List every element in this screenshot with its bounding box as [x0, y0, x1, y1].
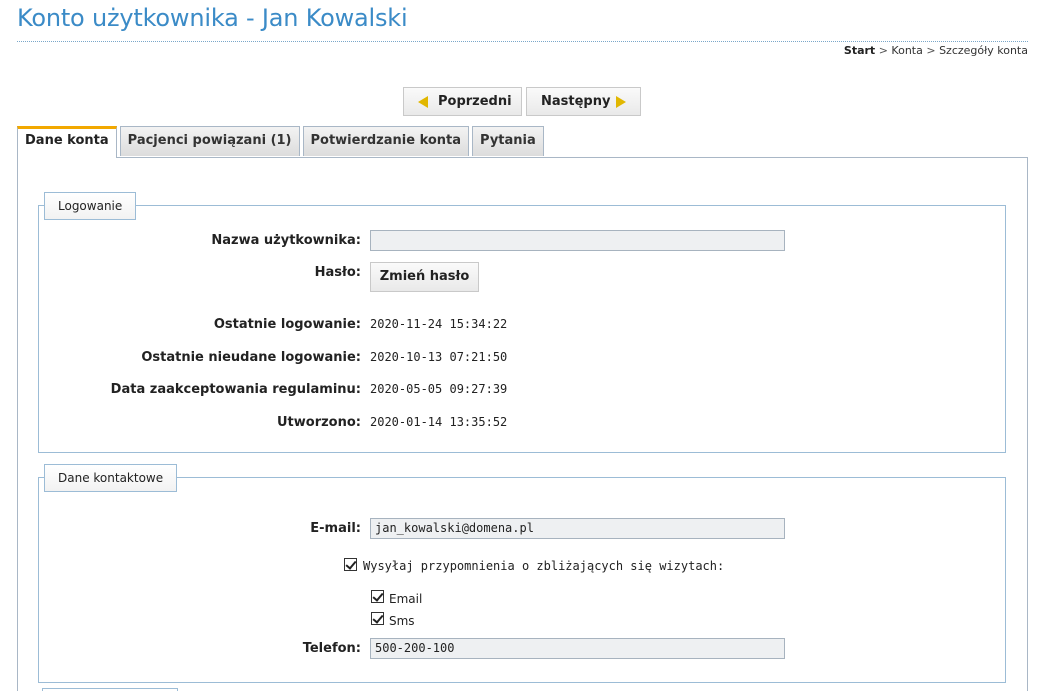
tab-account-data[interactable]: Dane konta [17, 126, 117, 158]
page-title: Konto użytkownika - Jan Kowalski [17, 4, 408, 32]
last-login-value: 2020-11-24 15:34:22 [370, 317, 508, 331]
change-password-button[interactable]: Zmień hasło [370, 262, 479, 292]
username-label: Nazwa użytkownika: [211, 233, 361, 248]
password-row: Hasło: Zmień hasło [39, 262, 1007, 292]
title-divider [17, 41, 1028, 42]
email-field[interactable]: jan_kowalski@domena.pl [370, 518, 785, 539]
last-failed-login-row: Ostatnie nieudane logowanie: 2020-10-13 … [39, 347, 1007, 369]
login-legend: Logowanie [44, 192, 137, 220]
contact-fieldset: Dane kontaktowe E-mail: jan_kowalski@dom… [38, 464, 1007, 683]
email-label: E-mail: [310, 521, 361, 536]
phone-label: Telefon: [302, 641, 361, 656]
reminder-sms-label: Sms [389, 614, 415, 628]
tab-linked-patients[interactable]: Pacjenci powiązani (1) [119, 126, 300, 156]
breadcrumb-separator: > [926, 44, 936, 57]
breadcrumb-start[interactable]: Start [844, 44, 875, 57]
previous-button[interactable]: Poprzedni [403, 87, 522, 116]
last-login-label: Ostatnie logowanie: [213, 317, 361, 332]
email-row: E-mail: jan_kowalski@domena.pl [39, 518, 1007, 540]
terms-accepted-row: Data zaakceptowania regulaminu: 2020-05-… [39, 379, 1007, 401]
created-value: 2020-01-14 13:35:52 [370, 415, 508, 429]
previous-label: Poprzedni [438, 94, 512, 109]
password-label: Hasło: [314, 265, 361, 280]
phone-field[interactable]: 500-200-100 [370, 638, 785, 659]
next-label: Następny [541, 94, 611, 109]
breadcrumb-account-details: Szczegóły konta [939, 44, 1028, 57]
breadcrumb: Start > Konta > Szczegóły konta [844, 44, 1028, 57]
tab-bar: Dane konta Pacjenci powiązani (1) Potwie… [17, 126, 544, 158]
terms-accepted-value: 2020-05-05 09:27:39 [370, 382, 508, 396]
tab-questions[interactable]: Pytania [472, 126, 544, 156]
username-field[interactable] [370, 230, 785, 251]
tab-account-confirmation[interactable]: Potwierdzanie konta [302, 126, 470, 156]
arrow-left-icon [418, 95, 428, 108]
arrow-right-icon [616, 95, 627, 108]
terms-accepted-label: Data zaakceptowania regulaminu: [110, 382, 361, 397]
breadcrumb-accounts[interactable]: Konta [891, 44, 922, 57]
breadcrumb-separator: > [878, 44, 888, 57]
reminder-sms-checkbox[interactable] [371, 612, 384, 625]
created-row: Utworzono: 2020-01-14 13:35:52 [39, 412, 1007, 434]
reminder-email-label: Email [389, 592, 423, 606]
username-row: Nazwa użytkownika: [39, 230, 1007, 252]
last-failed-login-label: Ostatnie nieudane logowanie: [141, 350, 361, 365]
last-login-row: Ostatnie logowanie: 2020-11-24 15:34:22 [39, 314, 1007, 336]
created-label: Utworzono: [276, 415, 361, 430]
reminders-checkbox[interactable] [344, 558, 357, 571]
reminder-email-checkbox[interactable] [371, 590, 384, 603]
tab-panel: Logowanie Nazwa użytkownika: Hasło: Zmie… [17, 157, 1028, 691]
login-fieldset: Logowanie Nazwa użytkownika: Hasło: Zmie… [38, 192, 1007, 453]
record-pager: Poprzedni Następny [403, 87, 641, 116]
last-failed-login-value: 2020-10-13 07:21:50 [370, 350, 508, 364]
contact-legend: Dane kontaktowe [44, 464, 178, 492]
phone-row: Telefon: 500-200-100 [39, 638, 1007, 660]
next-button[interactable]: Następny [526, 87, 641, 116]
reminders-label: Wysyłaj przypomnienia o zbliżających się… [363, 559, 725, 573]
